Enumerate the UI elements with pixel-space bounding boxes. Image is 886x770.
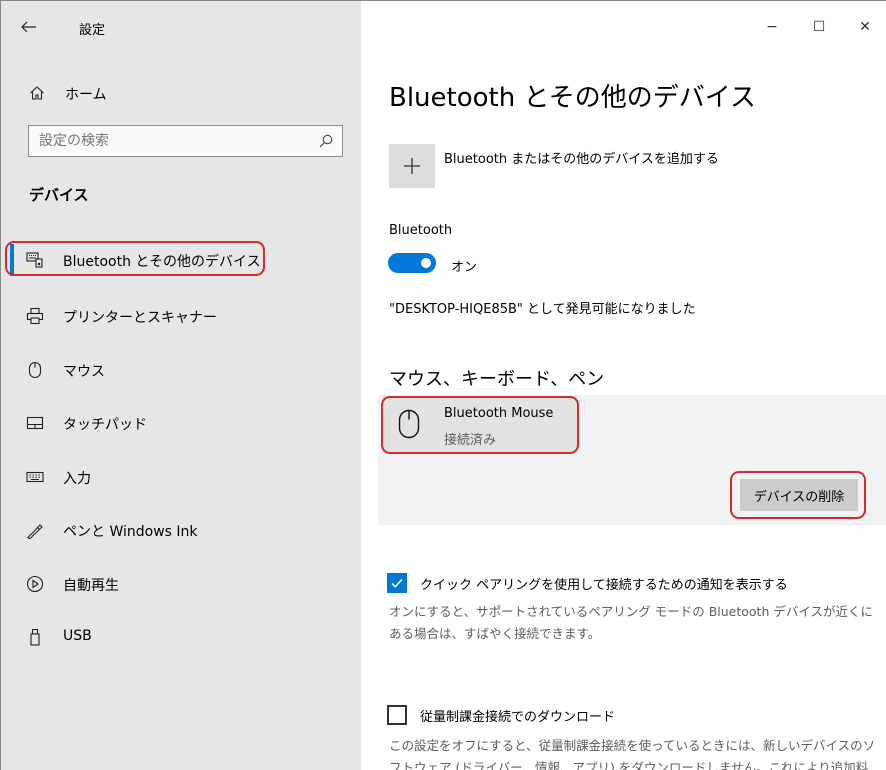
plus-icon [404,158,420,174]
metered-checkbox[interactable] [387,705,407,725]
main-content: − ☐ ✕ Bluetooth とその他のデバイス Bluetooth またはそ… [361,1,886,770]
autoplay-icon [25,574,45,594]
sidebar-item-touchpad[interactable]: タッチパッド [1,401,361,445]
sidebar-item-input[interactable]: 入力 [1,455,361,499]
add-device-button[interactable]: Bluetooth またはその他のデバイスを追加する [389,144,869,190]
page-title: Bluetooth とその他のデバイス [389,83,756,113]
sidebar-item-label: 入力 [63,471,91,487]
add-tile [389,144,435,188]
checkmark-icon [391,578,403,588]
sidebar-item-label: タッチパッド [63,417,147,433]
sidebar-item-autoplay[interactable]: 自動再生 [1,562,361,606]
sidebar-item-printers[interactable]: プリンターとスキャナー [1,294,361,338]
sidebar-item-usb[interactable]: USB [1,615,361,659]
sidebar-item-label: ペンと Windows Ink [63,524,198,540]
settings-window: 設定 ホーム デバイス [0,0,886,770]
swift-pair-label: クイック ペアリングを使用して接続するための通知を表示する [420,578,788,593]
search-input[interactable] [39,130,309,152]
bluetooth-state-label: オン [451,260,478,275]
metered-description: この設定をオフにすると、従量制課金接続を使っているときには、新しいデバイスのソフ… [389,738,876,770]
mouse-icon [25,360,45,380]
maximize-icon: ☐ [812,19,826,35]
add-device-label: Bluetooth またはその他のデバイスを追加する [444,152,719,167]
sidebar-item-pen[interactable]: ペンと Windows Ink [1,508,361,552]
maximize-button[interactable]: ☐ [804,13,834,41]
pen-icon [25,520,45,540]
close-icon: ✕ [859,19,871,35]
keyboard-icon [25,467,45,487]
sidebar-item-label: マウス [63,364,105,380]
sidebar-item-label: プリンターとスキャナー [63,310,217,326]
metered-label: 従量制課金接続でのダウンロード [420,710,616,725]
back-button[interactable] [15,13,43,41]
bluetooth-toggle[interactable] [388,253,436,273]
sidebar-item-bluetooth[interactable]: Bluetooth とその他のデバイス [1,238,361,282]
printer-icon [25,306,45,326]
close-button[interactable]: ✕ [850,13,880,41]
nav-home-label: ホーム [65,87,107,103]
sidebar-item-label: USB [63,628,92,644]
nav-home[interactable]: ホーム [1,75,361,111]
sidebar-item-label: 自動再生 [63,578,119,594]
search-box[interactable] [28,125,343,157]
metered-option[interactable]: 従量制課金接続でのダウンロード [387,703,877,729]
swift-pair-option[interactable]: クイック ペアリングを使用して接続するための通知を表示する [387,571,877,597]
group-title: マウス、キーボード、ペン [389,369,605,390]
swift-pair-checkbox[interactable] [387,573,407,593]
toggle-knob [421,258,431,268]
usb-icon [25,627,45,647]
annotation-highlight [381,396,579,454]
app-title: 設定 [79,23,106,38]
annotation-highlight [5,241,265,276]
minimize-icon: − [766,19,778,35]
annotation-highlight [730,471,866,519]
touchpad-icon [25,413,45,433]
sidebar: 設定 ホーム デバイス [1,1,361,770]
device-panel: Bluetooth Mouse 接続済み デバイスの削除 [378,395,886,525]
home-icon [30,86,44,100]
discoverable-text: "DESKTOP-HIQE85B" として発見可能になりました [389,302,696,317]
sidebar-item-mouse[interactable]: マウス [1,348,361,392]
bluetooth-label: Bluetooth [389,223,453,238]
search-icon[interactable] [319,134,333,148]
back-arrow-icon [21,21,36,33]
section-title: デバイス [29,186,89,204]
minimize-button[interactable]: − [757,13,787,41]
swift-pair-description: オンにすると、サポートされているペアリング モードの Bluetooth デバイ… [389,604,873,641]
